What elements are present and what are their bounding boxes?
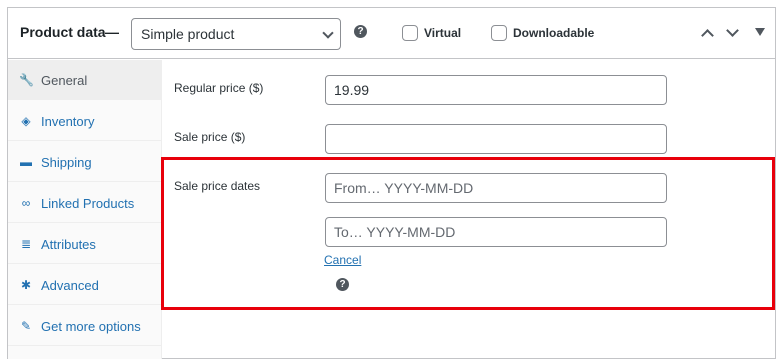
sale-price-input[interactable] [325, 124, 667, 154]
regular-price-label: Regular price ($) [174, 81, 264, 95]
move-down-icon[interactable] [726, 24, 739, 37]
highlight-box [161, 157, 775, 310]
virtual-label[interactable]: Virtual [424, 26, 461, 40]
sale-price-label: Sale price ($) [174, 130, 246, 144]
gear-icon: ✱ [20, 278, 32, 292]
chevron-down-icon [322, 27, 334, 39]
tab-label: Linked Products [41, 196, 135, 211]
product-type-value: Simple product [141, 26, 235, 42]
tab-shipping[interactable]: ▬ Shipping [8, 142, 162, 182]
tab-attributes[interactable]: ≣ Attributes [8, 224, 162, 264]
help-icon[interactable]: ? [354, 25, 367, 38]
product-type-select[interactable]: Simple product [131, 18, 341, 50]
tab-label: Advanced [41, 278, 99, 293]
tab-inventory[interactable]: ◈ Inventory [8, 101, 162, 141]
tab-label: Inventory [41, 114, 95, 129]
tab-label: Shipping [41, 155, 92, 170]
virtual-checkbox[interactable] [402, 25, 418, 41]
plugin-icon: ✎ [20, 319, 32, 333]
truck-icon: ▬ [20, 155, 32, 169]
tab-linked-products[interactable]: ∞ Linked Products [8, 183, 162, 223]
tab-get-more-options[interactable]: ✎ Get more options [8, 306, 162, 346]
link-icon: ∞ [21, 196, 31, 210]
list-icon: ≣ [20, 237, 32, 251]
title-dash: — [105, 24, 119, 40]
tab-general[interactable]: 🔧 General [8, 60, 162, 100]
move-up-icon[interactable] [701, 29, 714, 42]
downloadable-checkbox[interactable] [491, 25, 507, 41]
wrench-icon: 🔧 [19, 73, 34, 87]
toggle-panel-icon[interactable] [755, 28, 765, 36]
downloadable-label[interactable]: Downloadable [513, 26, 594, 40]
panel-title: Product data [20, 24, 106, 40]
tab-label: Get more options [41, 319, 141, 334]
product-data-tabs: 🔧 General ◈ Inventory ▬ Shipping ∞ Linke… [8, 60, 162, 359]
tab-advanced[interactable]: ✱ Advanced [8, 265, 162, 305]
tag-icon: ◈ [21, 114, 31, 128]
tab-label: Attributes [41, 237, 96, 252]
panel-header: Product data — Simple product ? Virtual … [8, 8, 775, 59]
tab-label: General [41, 73, 88, 88]
regular-price-input[interactable]: 19.99 [325, 75, 667, 105]
